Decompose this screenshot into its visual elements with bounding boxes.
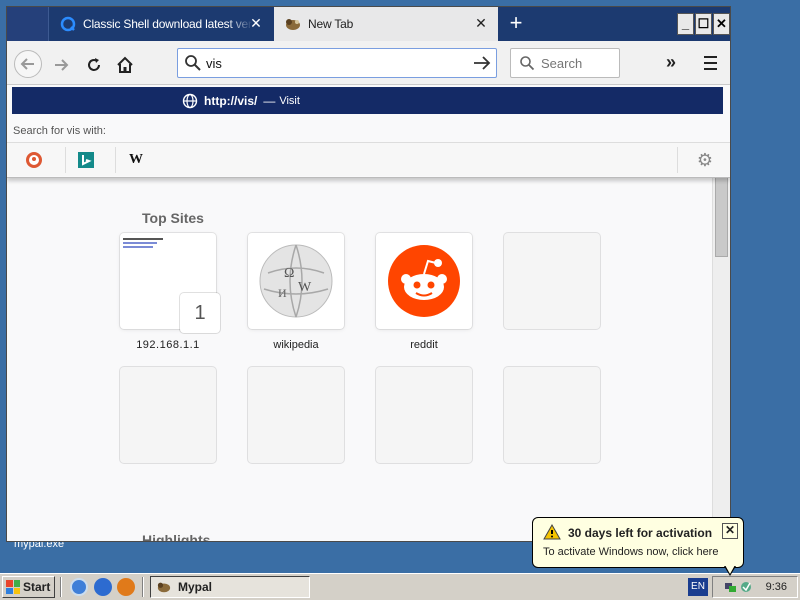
suggestion-separator: — bbox=[263, 93, 276, 108]
balloon-tail-inner bbox=[725, 565, 735, 574]
top-site-tile-wikipedia[interactable]: Ω W И bbox=[248, 233, 344, 329]
svg-text:W: W bbox=[298, 280, 312, 295]
empty-site-tile[interactable] bbox=[376, 367, 472, 463]
hamburger-menu-icon[interactable] bbox=[698, 50, 722, 74]
divider bbox=[65, 147, 66, 173]
top-site-tile-router[interactable]: 1 bbox=[120, 233, 220, 333]
taskbar: Start Mypal EN 9:36 bbox=[0, 573, 800, 600]
activation-tray-icon[interactable] bbox=[739, 580, 753, 594]
search-with-label: Search for vis with: bbox=[13, 125, 106, 137]
tab-close-icon[interactable]: ✕ bbox=[472, 14, 490, 32]
tab-strip: Classic Shell download latest versi ✕ Ne… bbox=[7, 7, 730, 41]
search-engine-row: W ⚙ bbox=[7, 142, 730, 176]
reload-icon bbox=[88, 58, 100, 71]
divider bbox=[115, 147, 116, 173]
tab-close-icon[interactable]: ✕ bbox=[247, 14, 265, 32]
wikipedia-globe-icon: Ω W И bbox=[259, 244, 333, 318]
url-input[interactable] bbox=[206, 55, 466, 71]
quicklaunch-firefox-icon[interactable] bbox=[117, 578, 135, 596]
svg-text:И: И bbox=[278, 286, 287, 300]
start-button[interactable]: Start bbox=[2, 576, 55, 598]
tab-title: New Tab bbox=[308, 17, 354, 31]
top-sites-heading: Top Sites bbox=[142, 210, 204, 226]
duckduckgo-engine-icon[interactable] bbox=[23, 149, 45, 171]
activation-notification-balloon[interactable]: 30 days left for activation To activate … bbox=[532, 517, 744, 568]
forward-arrow-icon bbox=[55, 59, 69, 71]
taskbar-button-mypal[interactable]: Mypal bbox=[150, 576, 310, 598]
svg-text:Ω: Ω bbox=[284, 266, 294, 281]
top-site-tile-reddit[interactable] bbox=[376, 233, 472, 329]
network-tray-icon[interactable] bbox=[723, 580, 737, 594]
back-arrow-icon bbox=[20, 58, 34, 70]
empty-site-tile[interactable] bbox=[504, 367, 600, 463]
tab-classic-shell[interactable]: Classic Shell download latest versi ✕ bbox=[49, 7, 273, 41]
classic-shell-favicon-icon bbox=[59, 15, 77, 33]
url-autocomplete-dropdown: http://vis/ — Visit Search for vis with:… bbox=[7, 85, 730, 178]
wikipedia-engine-icon[interactable]: W bbox=[125, 149, 147, 171]
system-tray: 9:36 bbox=[712, 576, 798, 598]
taskbar-separator bbox=[142, 577, 144, 597]
reload-button[interactable] bbox=[80, 51, 108, 79]
quicklaunch-ie-icon[interactable] bbox=[94, 578, 112, 596]
tile-label[interactable]: 192.168.1.1 bbox=[120, 339, 216, 351]
quicklaunch-desktop-icon[interactable] bbox=[70, 578, 88, 596]
task-label: Mypal bbox=[178, 580, 213, 594]
empty-site-tile[interactable] bbox=[504, 233, 600, 329]
navigation-toolbar: » bbox=[7, 41, 730, 85]
tab-new-tab[interactable]: New Tab ✕ bbox=[274, 7, 498, 41]
empty-site-tile[interactable] bbox=[120, 367, 216, 463]
language-indicator[interactable]: EN bbox=[688, 578, 708, 596]
bing-engine-icon[interactable] bbox=[75, 149, 97, 171]
forward-button[interactable] bbox=[47, 51, 75, 79]
home-icon bbox=[117, 56, 133, 73]
reddit-logo-icon bbox=[388, 245, 460, 317]
clock[interactable]: 9:36 bbox=[766, 581, 787, 593]
start-label: Start bbox=[23, 580, 51, 594]
browser-window: Classic Shell download latest versi ✕ Ne… bbox=[6, 6, 731, 542]
tile-label[interactable]: reddit bbox=[376, 339, 472, 351]
balloon-close-button[interactable]: ✕ bbox=[722, 523, 738, 539]
search-icon bbox=[185, 55, 201, 71]
search-input[interactable] bbox=[541, 55, 617, 71]
divider bbox=[677, 147, 678, 173]
home-button[interactable] bbox=[111, 51, 139, 79]
minimize-button[interactable]: _ bbox=[677, 13, 694, 35]
overflow-chevron-icon[interactable]: » bbox=[659, 50, 683, 74]
search-icon bbox=[520, 56, 535, 71]
tile-label[interactable]: wikipedia bbox=[248, 339, 344, 351]
mypal-app-icon bbox=[157, 582, 171, 593]
mypal-favicon-icon bbox=[284, 15, 302, 33]
empty-site-tile[interactable] bbox=[248, 367, 344, 463]
back-button[interactable] bbox=[14, 50, 42, 78]
balloon-text[interactable]: To activate Windows now, click here bbox=[543, 546, 718, 558]
url-suggestion-row[interactable]: http://vis/ — Visit bbox=[12, 87, 723, 114]
highlights-heading: Highlights bbox=[142, 532, 211, 542]
url-bar[interactable] bbox=[177, 48, 497, 78]
close-window-button[interactable]: ✕ bbox=[713, 13, 730, 35]
tile-badge: 1 bbox=[180, 293, 220, 333]
scrollbar-thumb[interactable] bbox=[715, 177, 728, 257]
tab-strip-left-area bbox=[7, 7, 49, 41]
new-tab-button[interactable]: + bbox=[504, 12, 528, 36]
search-bar[interactable] bbox=[510, 48, 620, 78]
gear-icon[interactable]: ⚙ bbox=[694, 149, 716, 171]
suggestion-action: Visit bbox=[279, 94, 300, 107]
balloon-title: 30 days left for activation bbox=[568, 526, 713, 540]
go-arrow-icon[interactable] bbox=[472, 53, 492, 73]
globe-icon bbox=[182, 93, 198, 108]
taskbar-separator bbox=[60, 577, 62, 597]
windows-logo-icon bbox=[6, 580, 20, 594]
tab-title: Classic Shell download latest versi bbox=[83, 17, 253, 31]
suggestion-url: http://vis/ bbox=[204, 93, 258, 108]
warning-icon bbox=[543, 524, 561, 540]
maximize-button[interactable]: ☐ bbox=[695, 13, 712, 35]
